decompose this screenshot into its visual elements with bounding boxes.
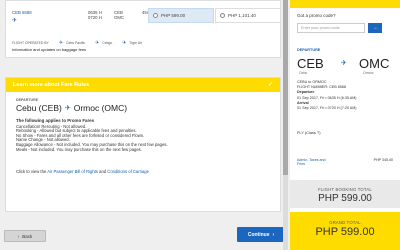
destination-code: OMC: [359, 56, 390, 71]
flight-times: 0635 H 0720 H: [88, 10, 102, 20]
origin-name: Cebu: [299, 71, 308, 75]
flight-number: CEB 6588: [12, 10, 32, 15]
main-content: CEB 6588 ✈ 0635 H 0720 H CEB OMC 45m PHP…: [0, 0, 289, 250]
plane-icon: ✈: [58, 40, 64, 46]
origin-code: CEB: [297, 56, 324, 71]
fly-class-label: FLY (Class T): [297, 130, 321, 135]
fare-option-promo[interactable]: PHP 599.00: [148, 8, 214, 23]
plane-icon: ✈: [12, 18, 18, 24]
promo-section: Got a promo code? Enter your promo code …: [290, 0, 400, 42]
operator-item: ✈ Cebu Pacific: [59, 40, 85, 46]
plane-icon: ✈: [64, 105, 71, 112]
fare-price: PHP 1,101.40: [228, 13, 256, 18]
terms-links: Click to view the Air Passenger Bill of …: [16, 169, 270, 174]
grand-total-label: GRAND TOTAL: [329, 220, 361, 225]
summary-details: CEBU to ORMOC FLIGHT NUMBER: CEB 6588 De…: [297, 80, 357, 111]
operator-item: ✈ Tigre Air: [122, 40, 142, 46]
destination-city: Ormoc (OMC): [73, 103, 128, 113]
chevron-down-icon[interactable]: ✓: [268, 81, 273, 88]
scrollbar[interactable]: [283, 0, 288, 250]
arrival-title: Arrival: [297, 100, 309, 105]
fare-option-standard[interactable]: PHP 1,101.40: [215, 8, 281, 23]
legend-title: FLIGHT OPERATED BY: [12, 41, 49, 45]
admin-fees-row: Admin, Taxes and Fees PHP 345.40: [297, 158, 393, 167]
operator-item: ✈ Cebgo: [95, 40, 112, 46]
conditions-link[interactable]: Conditions of Carriage: [107, 169, 149, 174]
flight-airports: CEB OMC: [114, 10, 124, 20]
booking-total-value: PHP 599.00: [318, 193, 372, 204]
back-label: Back: [22, 233, 33, 239]
rules-list: The following applies to Promo Fares Can…: [16, 118, 270, 152]
admin-fees-link[interactable]: Admin, Taxes and Fees: [297, 158, 333, 167]
fare-class: FLY (Class T): [297, 130, 393, 135]
fare-rules-panel: Learn more about Fare Rules ✓ DEPARTURE …: [5, 77, 281, 212]
booking-summary-sidebar: Got a promo code? Enter your promo code …: [290, 0, 400, 250]
radio-icon: [153, 13, 158, 18]
chevron-left-icon: ‹: [17, 233, 20, 239]
summary-departure-label: DEPARTURE: [297, 48, 321, 52]
chevron-right-icon: ›: [272, 231, 275, 238]
fare-rules-title: Learn more about Fare Rules: [13, 82, 90, 88]
operator-label: Cebu Pacific: [66, 41, 86, 45]
arrival-time: 0720 H: [88, 15, 102, 21]
plane-icon: ✈: [122, 40, 127, 46]
booking-total-box: FLIGHT BOOKING TOTAL PHP 599.00: [290, 180, 400, 208]
rules-heading: The following applies to Promo Fares: [16, 118, 95, 123]
radio-icon: [220, 13, 225, 18]
destination-name: Ormoc: [363, 71, 374, 75]
grand-total-box: GRAND TOTAL PHP 599.00: [290, 212, 400, 250]
departure-title: Departure: [297, 90, 315, 95]
origin-city: Cebu (CEB): [16, 103, 62, 113]
continue-label: Continue: [247, 231, 270, 238]
scrollbar-thumb[interactable]: [283, 0, 288, 175]
bill-of-rights-link[interactable]: Air Passenger Bill of Rights: [47, 169, 98, 174]
rule-item: Meals - Not included. You may purchase t…: [16, 146, 142, 152]
operator-legend: FLIGHT OPERATED BY ✈ Cebu Pacific ✈ Cebgo …: [12, 40, 152, 46]
back-button[interactable]: ‹ Back: [4, 230, 46, 242]
fare-rules-body: DEPARTURE Cebu (CEB) ✈ Ormoc (OMC) The f…: [6, 92, 280, 180]
fare-price: PHP 599.00: [161, 13, 186, 18]
plane-icon: ✈: [95, 40, 100, 46]
promo-title: Got a promo code?: [297, 13, 336, 18]
operator-label: Cebgo: [102, 41, 113, 45]
flight-row: CEB 6588 ✈ 0635 H 0720 H CEB OMC 45m PHP…: [6, 8, 282, 30]
promo-submit-button[interactable]: →: [368, 23, 382, 33]
and-text: and: [99, 169, 107, 175]
summary-route: CEB ✈ OMC Cebu Ormoc: [297, 56, 393, 78]
departure-label: DEPARTURE: [16, 98, 39, 102]
arrow-right-icon: →: [372, 25, 378, 31]
arrival-datetime: 01 Sep 2017, Fri • 0720 H (7:20 AM): [297, 106, 357, 111]
admin-fees-value: PHP 345.40: [373, 158, 393, 162]
operator-label: Tigre Air: [129, 41, 142, 45]
flight-card: CEB 6588 ✈ 0635 H 0720 H CEB OMC 45m PHP…: [5, 0, 281, 58]
promo-code-input[interactable]: Enter your promo code: [297, 23, 365, 33]
terms-text: Click to view the: [16, 169, 47, 175]
baggage-info-link[interactable]: Information and updates on baggage fees: [12, 47, 86, 52]
destination-airport: OMC: [114, 15, 125, 21]
grand-total-value: PHP 599.00: [315, 226, 375, 238]
plane-icon: ✈: [341, 60, 347, 67]
fare-rules-header[interactable]: Learn more about Fare Rules ✓: [6, 78, 280, 92]
continue-button[interactable]: Continue ›: [237, 227, 285, 242]
booking-total-label: FLIGHT BOOKING TOTAL: [318, 187, 372, 192]
fare-route: Cebu (CEB) ✈ Ormoc (OMC): [16, 103, 270, 113]
